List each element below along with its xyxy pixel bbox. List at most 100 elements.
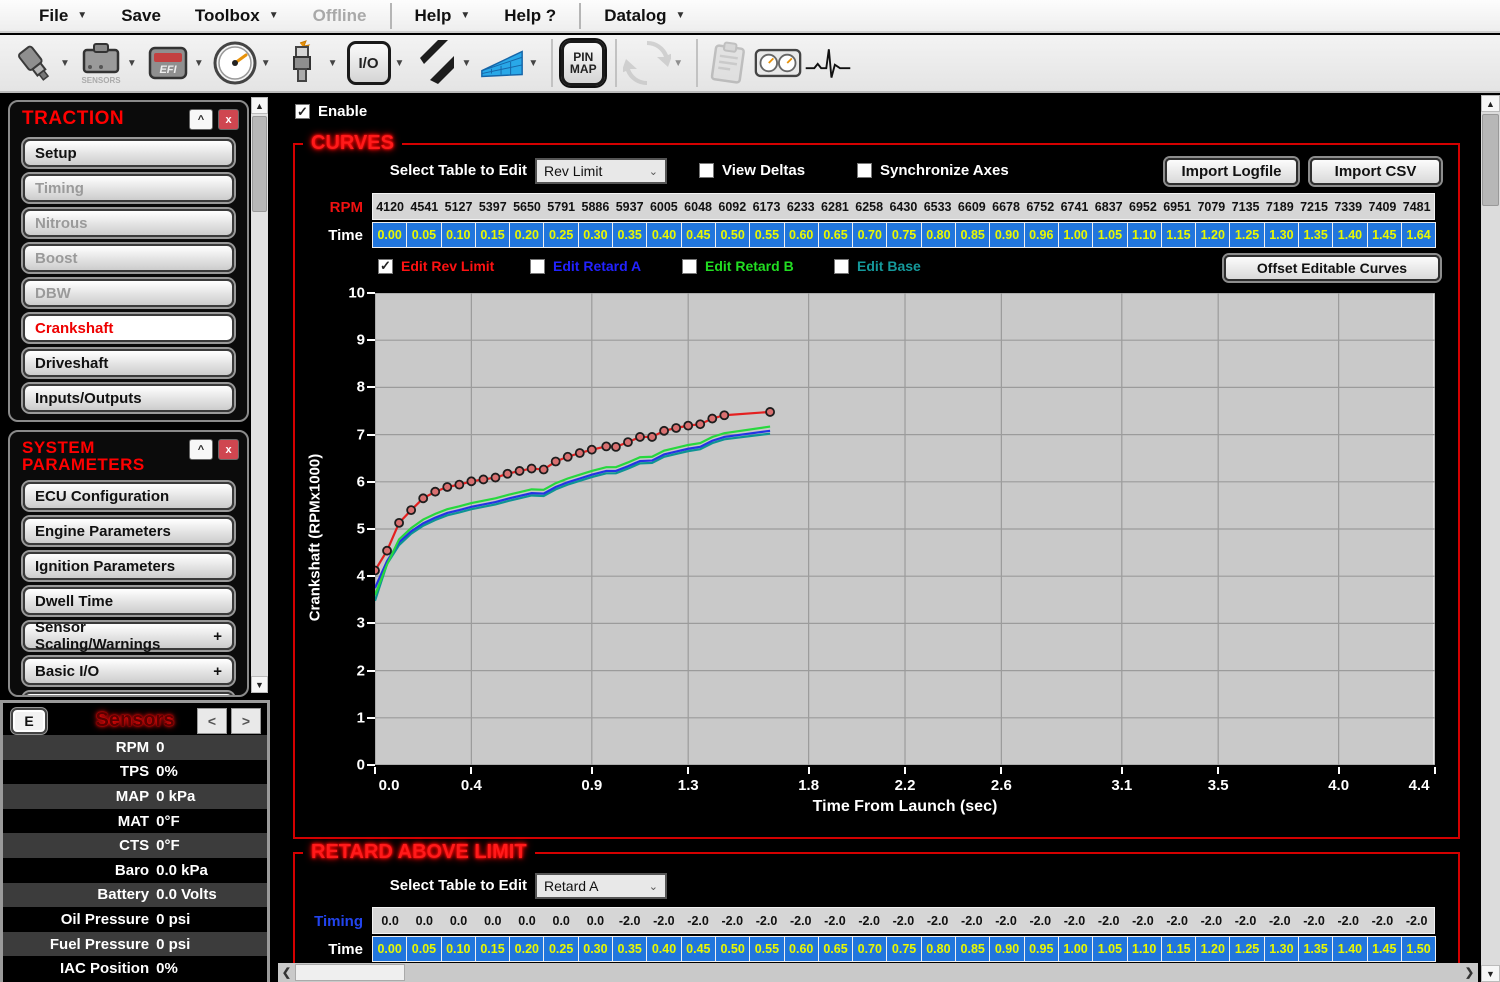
table-cell[interactable]: -2.0 <box>1297 908 1331 933</box>
table-cell[interactable]: 0.70 <box>852 936 887 962</box>
chevron-down-icon[interactable]: ▼ <box>528 58 538 69</box>
data-point-marker[interactable] <box>395 519 403 527</box>
table-cell[interactable]: 5397 <box>476 194 510 219</box>
data-point-marker[interactable] <box>684 422 692 430</box>
table-cell[interactable]: -2.0 <box>1365 908 1399 933</box>
data-point-marker[interactable] <box>375 567 379 575</box>
table-cell[interactable]: -2.0 <box>921 908 955 933</box>
table-cell[interactable]: 1.45 <box>1367 222 1402 248</box>
table-cell[interactable]: 0.30 <box>578 936 613 962</box>
time-row[interactable]: 0.000.050.100.150.200.250.300.350.400.45… <box>372 222 1435 248</box>
table-cell[interactable]: 1.25 <box>1229 936 1264 962</box>
pin-map-tool[interactable]: PINMAP <box>559 39 607 87</box>
table-cell[interactable]: 0.75 <box>886 936 921 962</box>
sidebar-item-basic-i-o[interactable]: Basic I/O+ <box>23 657 234 685</box>
data-point-marker[interactable] <box>636 433 644 441</box>
table-cell[interactable]: 6258 <box>852 194 886 219</box>
data-point-marker[interactable] <box>504 470 512 478</box>
data-point-marker[interactable] <box>528 465 536 473</box>
main-vertical-scrollbar[interactable]: ▲ ▼ <box>1481 95 1500 982</box>
table-cell[interactable]: 0.05 <box>406 222 441 248</box>
table-cell[interactable]: -2.0 <box>715 908 749 933</box>
waveform-tool[interactable] <box>804 39 852 87</box>
table-cell[interactable]: 6281 <box>818 194 852 219</box>
table-cell[interactable]: 0.80 <box>921 222 956 248</box>
table-cell[interactable]: 7135 <box>1228 194 1262 219</box>
chevron-down-icon[interactable]: ▼ <box>194 58 204 69</box>
view-deltas-checkbox[interactable] <box>699 163 714 178</box>
data-point-marker[interactable] <box>540 466 548 474</box>
table-cell[interactable]: 0.80 <box>921 936 956 962</box>
scroll-right-icon[interactable]: ❯ <box>1461 963 1478 982</box>
table-cell[interactable]: -2.0 <box>647 908 681 933</box>
table-cell[interactable]: 1.40 <box>1332 936 1367 962</box>
table-cell[interactable]: 0.40 <box>646 222 681 248</box>
table-cell[interactable]: 7481 <box>1400 194 1434 219</box>
table-cell[interactable]: 0.50 <box>715 936 750 962</box>
table-cell[interactable]: 1.05 <box>1092 222 1127 248</box>
sync-axes-checkbox[interactable] <box>857 163 872 178</box>
table-cell[interactable]: 0.60 <box>784 936 819 962</box>
menu-item-offline[interactable]: Offline <box>296 0 384 31</box>
table-cell[interactable]: 0.10 <box>441 222 476 248</box>
data-point-marker[interactable] <box>455 481 463 489</box>
table-cell[interactable]: 4541 <box>407 194 441 219</box>
table-cell[interactable]: -2.0 <box>681 908 715 933</box>
data-point-marker[interactable] <box>624 438 632 446</box>
menu-item-save[interactable]: Save <box>104 0 178 31</box>
table-cell[interactable]: 0.55 <box>749 936 784 962</box>
data-point-marker[interactable] <box>419 494 427 502</box>
table-cell[interactable]: 0.15 <box>475 936 510 962</box>
diagonal-stripes-tool[interactable]: ▼ <box>411 39 476 87</box>
table-cell[interactable]: 0.05 <box>406 936 441 962</box>
table-cell[interactable]: -2.0 <box>1023 908 1057 933</box>
collapse-button[interactable]: ^ <box>189 109 213 130</box>
table-cell[interactable]: 1.10 <box>1127 936 1162 962</box>
sidebar-item-setup[interactable]: Setup <box>23 139 234 167</box>
table-cell[interactable]: 0.0 <box>544 908 578 933</box>
table-cell[interactable]: 0.95 <box>1024 936 1059 962</box>
menu-item-help[interactable]: Help ? <box>487 0 573 31</box>
sidebar-item-timing[interactable]: Timing <box>23 174 234 202</box>
data-point-marker[interactable] <box>564 453 572 461</box>
table-cell[interactable]: 7189 <box>1263 194 1297 219</box>
table-cell[interactable]: 0.15 <box>475 222 510 248</box>
data-point-marker[interactable] <box>672 424 680 432</box>
table-cell[interactable]: 1.15 <box>1161 222 1196 248</box>
rpm-row[interactable]: 4120454151275397565057915886593760056048… <box>372 193 1435 220</box>
chevron-down-icon[interactable]: ▼ <box>328 58 338 69</box>
table-cell[interactable]: 1.00 <box>1058 222 1093 248</box>
sidebar-item-engine-parameters[interactable]: Engine Parameters <box>23 517 234 545</box>
sidebar-item-closed-loop-learn[interactable]: Closed Loop/Learn+ <box>23 692 234 697</box>
table-cell[interactable]: -2.0 <box>749 908 783 933</box>
fuel-injector-tool[interactable]: ▼ <box>10 39 75 87</box>
scroll-down-icon[interactable]: ▼ <box>251 676 268 693</box>
import-csv-button[interactable]: Import CSV <box>1310 158 1441 185</box>
table-cell[interactable]: 1.30 <box>1264 222 1299 248</box>
sidebar-item-crankshaft[interactable]: Crankshaft <box>23 314 234 342</box>
data-point-marker[interactable] <box>766 408 774 416</box>
sidebar-scrollbar[interactable]: ▲ ▼ <box>251 97 268 693</box>
table-cell[interactable]: 0.25 <box>543 222 578 248</box>
table-cell[interactable]: 0.96 <box>1024 222 1059 248</box>
table-cell[interactable]: -2.0 <box>1092 908 1126 933</box>
table-cell[interactable]: 6005 <box>647 194 681 219</box>
import-logfile-button[interactable]: Import Logfile <box>1165 158 1298 185</box>
table-cell[interactable]: 0.45 <box>681 936 716 962</box>
menu-item-toolbox[interactable]: Toolbox▼ <box>178 0 296 31</box>
spark-plug-tool[interactable]: ▼ <box>278 39 343 87</box>
sidebar-item-boost[interactable]: Boost <box>23 244 234 272</box>
scroll-down-icon[interactable]: ▼ <box>1481 965 1500 982</box>
table-cell[interactable]: 6048 <box>681 194 715 219</box>
data-point-marker[interactable] <box>612 443 620 451</box>
table-cell[interactable]: 7079 <box>1194 194 1228 219</box>
table-cell[interactable]: -2.0 <box>955 908 989 933</box>
sensors-module-tool[interactable]: SENSORS▼ <box>77 39 142 87</box>
edit-base-checkbox[interactable] <box>834 259 849 274</box>
table-cell[interactable]: 5650 <box>510 194 544 219</box>
table-cell[interactable]: -2.0 <box>1400 908 1434 933</box>
table-cell[interactable]: 0.55 <box>749 222 784 248</box>
menu-item-datalog[interactable]: Datalog▼ <box>587 0 702 31</box>
table-cell[interactable]: -2.0 <box>852 908 886 933</box>
table-cell[interactable]: 6952 <box>1126 194 1160 219</box>
